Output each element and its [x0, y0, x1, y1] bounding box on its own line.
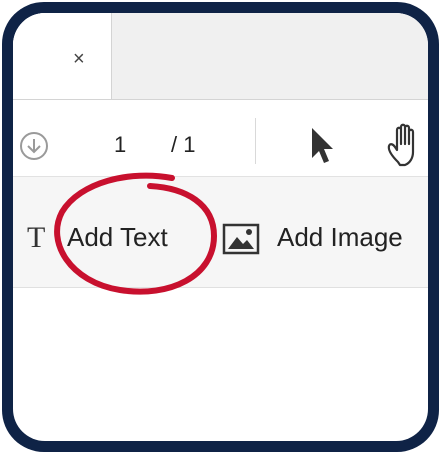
download-circle-icon[interactable] — [19, 131, 49, 161]
pointer-icon[interactable] — [309, 126, 335, 166]
add-text-icon[interactable]: T — [27, 223, 45, 253]
toolbar-divider — [255, 118, 256, 164]
add-image-button[interactable]: Add Image — [277, 221, 403, 253]
page-navigation-toolbar: 1 / 1 — [13, 100, 428, 177]
add-image-icon[interactable] — [222, 223, 260, 255]
edit-toolbar: T Add Text Add Image — [13, 177, 428, 288]
app-screen: × 1 / 1 T Add Text Add Image — [13, 13, 428, 441]
page-number-input[interactable]: 1 — [114, 132, 126, 158]
close-icon[interactable]: × — [73, 49, 85, 69]
page-total: / 1 — [171, 132, 196, 157]
tab-bar: × — [13, 13, 428, 100]
hand-icon[interactable] — [384, 122, 428, 168]
document-tab[interactable]: × — [13, 13, 112, 99]
device-frame: × 1 / 1 T Add Text Add Image — [2, 2, 439, 452]
add-text-button[interactable]: Add Text — [67, 221, 168, 253]
